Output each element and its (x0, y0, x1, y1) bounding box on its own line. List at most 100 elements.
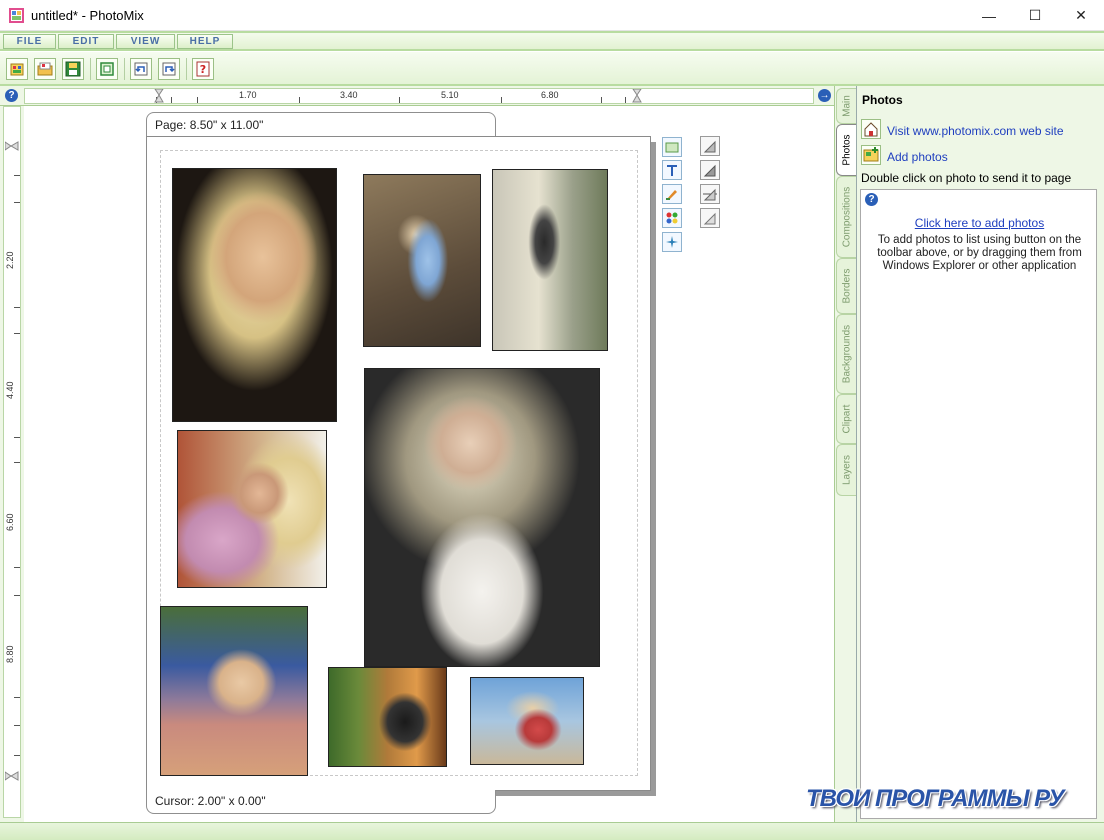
photo-frame[interactable] (363, 174, 481, 347)
align-top-icon (703, 140, 716, 153)
ruler-right-marker[interactable] (632, 89, 642, 103)
redo-icon (162, 62, 176, 76)
tab-compositions[interactable]: Compositions (836, 176, 857, 258)
click-here-to-add-photos-link[interactable]: Click here to add photos (861, 216, 1098, 230)
align-bottom-icon (703, 212, 716, 225)
effects-tool-icon (666, 236, 678, 248)
home-button[interactable] (861, 119, 881, 139)
undo-button[interactable] (130, 58, 152, 80)
status-bar (0, 822, 1104, 840)
menu-file[interactable]: FILE (3, 34, 56, 49)
add-photos-button[interactable] (861, 145, 881, 165)
redo-button[interactable] (158, 58, 180, 80)
menu-view[interactable]: VIEW (116, 34, 175, 49)
tab-backgrounds[interactable]: Backgrounds (836, 314, 857, 394)
minimize-icon: — (982, 7, 996, 24)
photo-frame[interactable] (364, 368, 600, 667)
ruler-nav-icon[interactable]: → (818, 89, 831, 102)
tab-label: Main (841, 95, 853, 117)
help-icon: ? (196, 61, 210, 77)
page-icon (100, 62, 114, 76)
window-title: untitled* - PhotoMix (31, 8, 144, 23)
menu-bar: FILE EDIT VIEW HELP (0, 31, 1104, 51)
color-tool-icon (666, 212, 678, 224)
tab-main[interactable]: Main (836, 88, 857, 124)
tab-label: Photos (841, 134, 853, 166)
svg-text:?: ? (200, 63, 206, 76)
effects-tool-button[interactable] (662, 232, 682, 252)
align-up-button[interactable] (700, 160, 720, 180)
tab-label: Borders (841, 268, 853, 304)
ruler-label: 5.10 (441, 90, 459, 100)
add-photos-description: To add photos to list using button on th… (877, 234, 1082, 272)
close-button[interactable]: ✕ (1058, 0, 1104, 31)
photo-frame[interactable] (492, 169, 608, 351)
menu-help[interactable]: HELP (177, 34, 233, 49)
photo-frame[interactable] (160, 606, 308, 776)
tab-borders[interactable]: Borders (836, 258, 857, 314)
minimize-button[interactable]: — (966, 0, 1012, 31)
toolbar-separator (186, 58, 187, 80)
photomix-app-icon (9, 8, 24, 23)
ruler-label: 4.40 (5, 381, 15, 399)
ruler-help-icon[interactable]: ? (5, 89, 18, 102)
align-middle-icon (703, 188, 717, 201)
photo-frame[interactable] (328, 667, 447, 767)
vertical-ruler[interactable]: 2.20 4.40 6.60 8.80 (3, 106, 21, 818)
save-icon (65, 61, 81, 77)
tab-layers[interactable]: Layers (836, 444, 857, 496)
align-bottom-button[interactable] (700, 208, 720, 228)
maximize-button[interactable]: ☐ (1012, 0, 1058, 31)
text-tool-icon (667, 165, 677, 176)
image-tool-button[interactable] (662, 137, 682, 157)
ruler-left-marker[interactable] (154, 89, 164, 103)
tab-photos[interactable]: Photos (836, 124, 857, 176)
photo-list[interactable]: ? Click here to add photos To add photos… (860, 189, 1097, 819)
close-icon: ✕ (1075, 7, 1087, 23)
watermark: ТВОИ ПРОГРАММЫ РУ (806, 785, 1064, 812)
panel-title: Photos (862, 93, 903, 107)
home-icon (864, 122, 878, 137)
horizontal-ruler[interactable]: 1.70 3.40 5.10 6.80 (24, 88, 814, 104)
menu-edit[interactable]: EDIT (58, 34, 114, 49)
ruler-top-marker[interactable] (5, 141, 19, 151)
align-middle-button[interactable] (700, 184, 720, 204)
color-tool-button[interactable] (662, 208, 682, 228)
new-button[interactable] (6, 58, 28, 80)
paint-tool-icon (666, 190, 677, 200)
text-tool-button[interactable] (662, 160, 682, 180)
align-up-icon (703, 164, 716, 177)
title-bar: untitled* - PhotoMix — ☐ ✕ (0, 0, 1104, 31)
open-icon (37, 62, 53, 76)
ruler-label: 6.60 (5, 513, 15, 531)
panel-hint: Double click on photo to send it to page (861, 171, 1072, 185)
list-help-icon[interactable]: ? (865, 193, 878, 206)
ruler-label: 2.20 (5, 251, 15, 269)
ruler-label: 3.40 (340, 90, 358, 100)
tab-label: Backgrounds (841, 324, 853, 384)
photo-frame[interactable] (177, 430, 327, 588)
add-photos-icon (863, 147, 879, 162)
toolbar-separator (124, 58, 125, 80)
panel-tabs: Main Photos Compositions Borders Backgro… (834, 86, 857, 822)
toolbar: ? (0, 52, 1104, 86)
paint-tool-button[interactable] (662, 184, 682, 204)
align-top-button[interactable] (700, 136, 720, 156)
visit-website-link[interactable]: Visit www.photomix.com web site (887, 124, 1064, 138)
ruler-label: 8.80 (5, 645, 15, 663)
add-photos-link[interactable]: Add photos (887, 150, 948, 164)
photo-frame[interactable] (470, 677, 584, 765)
new-icon (10, 63, 24, 76)
tab-label: Clipart (841, 404, 853, 434)
ruler-bottom-marker[interactable] (5, 771, 19, 781)
tab-clipart[interactable]: Clipart (836, 394, 857, 444)
ruler-label: 6.80 (541, 90, 559, 100)
undo-icon (134, 62, 148, 76)
help-button[interactable]: ? (192, 58, 214, 80)
page-setup-button[interactable] (96, 58, 118, 80)
image-tool-icon (665, 142, 679, 153)
open-button[interactable] (34, 58, 56, 80)
photo-frame[interactable] (172, 168, 337, 422)
save-button[interactable] (62, 58, 84, 80)
ruler-label: 1.70 (239, 90, 257, 100)
